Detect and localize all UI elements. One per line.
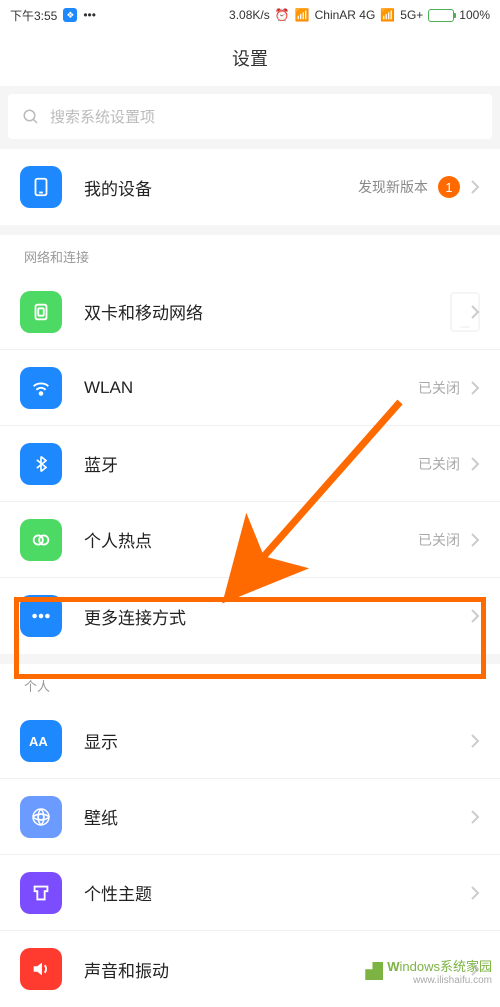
- row-label: 双卡和移动网络: [84, 299, 470, 324]
- alarm-icon: ⏰: [275, 8, 290, 22]
- status-more-icon: •••: [83, 8, 96, 22]
- hotspot-status: 已关闭: [418, 530, 460, 550]
- watermark-domain: www.ilishaifu.com: [387, 975, 492, 986]
- display-icon: AA: [20, 720, 62, 762]
- status-left: 下午3:55 ❖ •••: [10, 7, 96, 24]
- chevron-right-icon: [470, 885, 480, 901]
- row-theme[interactable]: 个性主题: [0, 855, 500, 931]
- sound-icon: [20, 948, 62, 990]
- update-badge: 1: [438, 176, 460, 198]
- row-wallpaper[interactable]: 壁纸: [0, 779, 500, 855]
- search-icon: [22, 108, 40, 126]
- row-bluetooth[interactable]: 蓝牙 已关闭: [0, 426, 500, 502]
- chevron-right-icon: [470, 532, 480, 548]
- chevron-right-icon: [470, 608, 480, 624]
- theme-icon: [20, 872, 62, 914]
- row-display[interactable]: AA 显示: [0, 703, 500, 779]
- status-right: 3.08K/s ⏰ 📶 ChinAR 4G 📶 5G+ 100%: [229, 8, 490, 22]
- phone-ghost-icon: [450, 292, 480, 332]
- row-label: 个性主题: [84, 880, 470, 905]
- search-placeholder: 搜索系统设置项: [50, 106, 155, 127]
- bt-status: 已关闭: [418, 454, 460, 474]
- svg-text:AA: AA: [29, 734, 48, 749]
- chevron-right-icon: [470, 809, 480, 825]
- page-title: 设置: [0, 30, 500, 86]
- status-time: 下午3:55: [10, 7, 57, 24]
- section-network: 网络和连接 双卡和移动网络 WLAN 已关闭 蓝牙 已关闭: [0, 235, 500, 654]
- status-5g: 5G+: [400, 8, 423, 22]
- row-wlan[interactable]: WLAN 已关闭: [0, 350, 500, 426]
- sim-icon: [20, 291, 62, 333]
- row-label: 更多连接方式: [84, 604, 470, 629]
- chevron-right-icon: [470, 456, 480, 472]
- signal-icon: 📶: [295, 8, 310, 22]
- row-label: 个人热点: [84, 527, 418, 552]
- hotspot-icon: [20, 519, 62, 561]
- signal-icon-2: 📶: [380, 8, 395, 22]
- row-label: WLAN: [84, 378, 418, 398]
- more-icon: [20, 595, 62, 637]
- section-top: 我的设备 发现新版本 1: [0, 149, 500, 225]
- wlan-status: 已关闭: [418, 378, 460, 398]
- row-sim[interactable]: 双卡和移动网络: [0, 274, 500, 350]
- row-label: 显示: [84, 728, 470, 753]
- row-label: 壁纸: [84, 804, 470, 829]
- row-label: 我的设备: [84, 175, 358, 200]
- device-hint: 发现新版本: [358, 177, 428, 197]
- battery-icon: [428, 9, 454, 22]
- wallpaper-icon: [20, 796, 62, 838]
- row-more-connections[interactable]: 更多连接方式: [0, 578, 500, 654]
- device-icon: [20, 166, 62, 208]
- row-label: 蓝牙: [84, 451, 418, 476]
- watermark: Windows系统家园 www.ilishaifu.com: [365, 956, 492, 986]
- row-hotspot[interactable]: 个人热点 已关闭: [0, 502, 500, 578]
- status-battery: 100%: [459, 8, 490, 22]
- watermark-logo-icon: [365, 962, 383, 980]
- status-carrier: ChinAR 4G: [315, 8, 376, 22]
- row-my-device[interactable]: 我的设备 发现新版本 1: [0, 149, 500, 225]
- bluetooth-icon: [20, 443, 62, 485]
- chevron-right-icon: [470, 179, 480, 195]
- status-speed: 3.08K/s: [229, 8, 270, 22]
- section-header-personal: 个人: [0, 664, 500, 703]
- status-app-icon: ❖: [63, 8, 77, 22]
- section-header-network: 网络和连接: [0, 235, 500, 274]
- status-bar: 下午3:55 ❖ ••• 3.08K/s ⏰ 📶 ChinAR 4G 📶 5G+…: [0, 0, 500, 30]
- chevron-right-icon: [470, 733, 480, 749]
- search-input[interactable]: 搜索系统设置项: [8, 94, 492, 139]
- chevron-right-icon: [470, 380, 480, 396]
- wifi-icon: [20, 367, 62, 409]
- watermark-text: indows系统家园: [400, 959, 492, 974]
